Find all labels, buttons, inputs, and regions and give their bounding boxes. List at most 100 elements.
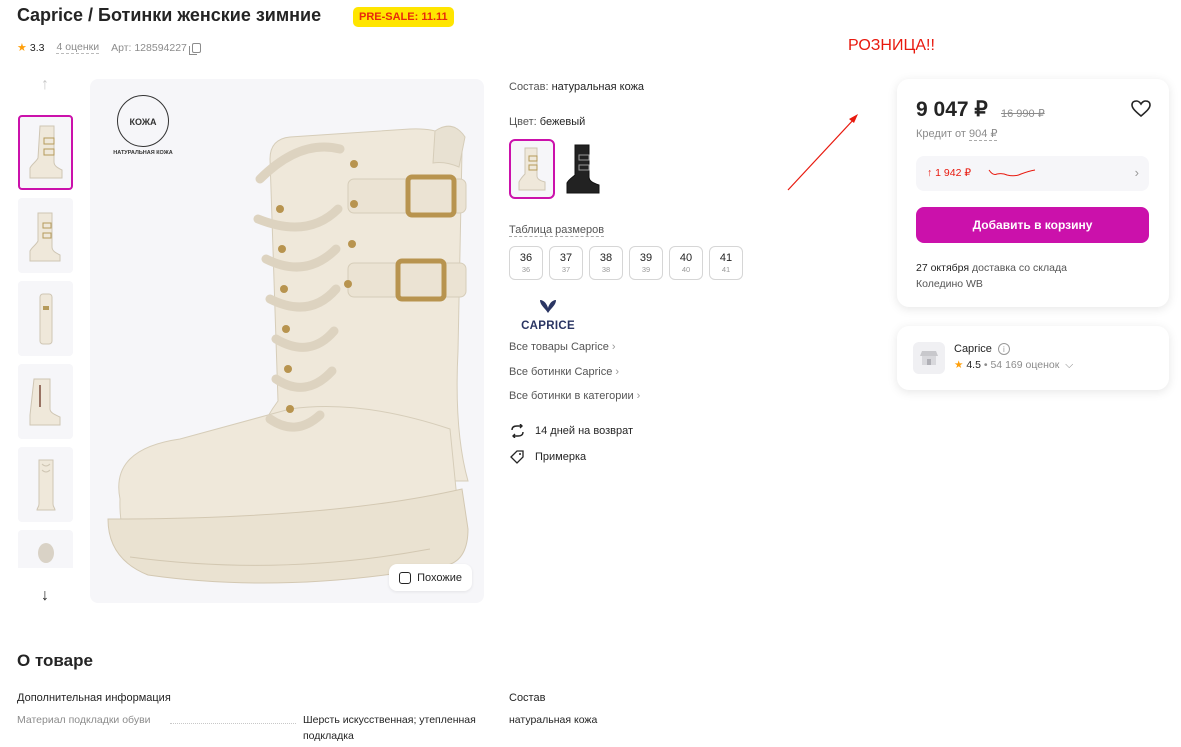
fitting-text: Примерка [535, 451, 587, 463]
star-icon: ★ [17, 42, 27, 54]
color-info: Цвет: бежевый [509, 116, 585, 128]
similar-button-label: Похожие [417, 571, 462, 584]
product-title: Caprice / Ботинки женские зимние [17, 5, 322, 25]
size-table-link-wrap: Таблица размеров [509, 220, 605, 238]
link-category-boots-label: Все ботинки в категории [509, 390, 634, 402]
tag-icon [509, 450, 525, 464]
black-boot-icon [566, 144, 600, 194]
link-caprice-boots-label: Все ботинки Caprice [509, 366, 613, 378]
current-price: 9 047 ₽ [916, 98, 988, 121]
size-button-37[interactable]: 37 37 [549, 246, 583, 280]
article-number: Арт: 128594227 [111, 41, 187, 54]
link-all-caprice-label: Все товары Caprice [509, 341, 609, 353]
lining-label: Материал подкладки обуви [17, 714, 151, 726]
thumbnail-3[interactable] [18, 281, 73, 356]
presale-badge: PRE-SALE: 11.11 [353, 7, 454, 27]
seller-name-row: Caprice i [954, 343, 1010, 355]
color-option-beige[interactable] [509, 139, 555, 199]
similar-search-icon [399, 571, 412, 584]
thumbnail-5[interactable] [18, 447, 73, 522]
price-trend-sparkline [988, 169, 1036, 177]
boot-thumbnail-icon [29, 212, 60, 261]
lining-value: Шерсть искусственная; утепленная подклад… [303, 714, 476, 742]
color-label: Цвет: [509, 116, 537, 128]
boot-illustration [107, 125, 469, 584]
seller-rating: 4.5 [966, 359, 981, 371]
size-button-40[interactable]: 40 40 [669, 246, 703, 280]
thumbnail-1[interactable] [18, 115, 73, 190]
return-feature: 14 дней на возврат [509, 424, 633, 438]
size-button-39[interactable]: 39 39 [629, 246, 663, 280]
return-arrows-icon [509, 424, 525, 438]
star-icon: ★ [954, 359, 964, 371]
add-to-cart-button[interactable]: Добавить в корзину [916, 207, 1149, 243]
thumbs-up-arrow-icon[interactable]: ↑ [36, 76, 54, 94]
size-ru-value: 36 [521, 265, 531, 274]
size-ru-value: 37 [561, 265, 571, 274]
store-icon [913, 342, 945, 374]
retail-annotation: РОЗНИЦА!! [848, 37, 935, 54]
boot-front-icon [35, 459, 56, 510]
info-icon[interactable]: i [997, 343, 1010, 355]
product-meta: ★ 3.3 4 оценки Арт: 128594227 [17, 41, 201, 55]
chevron-right-icon: › [1134, 165, 1139, 180]
size-value: 41 [719, 252, 733, 264]
chevron-right-icon: › [636, 390, 641, 402]
size-ru-value: 39 [641, 265, 651, 274]
similar-button[interactable]: Похожие [389, 564, 472, 591]
about-title: О товаре [17, 651, 93, 670]
additional-info-label: Дополнительная информация [17, 692, 171, 704]
boot-side-icon [39, 293, 52, 344]
delivery-date: 27 октября [916, 262, 970, 274]
size-ru-value: 41 [721, 265, 731, 274]
price-change: ↑ 1 942 ₽ [927, 167, 972, 179]
delivery-text: доставка со склада [972, 262, 1067, 274]
size-value: 39 [639, 252, 653, 264]
size-value: 37 [559, 252, 573, 264]
size-button-38[interactable]: 38 38 [589, 246, 623, 280]
size-button-41[interactable]: 41 41 [709, 246, 743, 280]
composition-value: натуральная кожа [551, 81, 645, 93]
size-ru-value: 40 [681, 265, 691, 274]
composition-label: Состав: [509, 81, 549, 93]
size-selector: 36 36 37 37 38 38 39 39 40 40 41 41 [509, 246, 743, 280]
seller-rating-row: ★ 4.5 • 54 169 оценок ⌵ [954, 359, 1073, 372]
chevron-right-icon: › [611, 341, 616, 353]
thumbnail-2[interactable] [18, 198, 73, 273]
composition-section-label: Состав [509, 692, 546, 704]
boot-thumbnail-icon [29, 378, 60, 425]
brand-logo[interactable]: CAPRICE [517, 297, 579, 332]
link-caprice-boots[interactable]: Все ботинки Caprice › [509, 366, 619, 378]
credit-info: Кредит от 904 ₽ [916, 127, 998, 141]
product-rating: 3.3 [29, 41, 45, 54]
color-value: бежевый [539, 116, 586, 128]
thumbs-down-arrow-icon[interactable]: ↓ [36, 587, 54, 605]
color-option-black[interactable] [560, 139, 606, 199]
link-all-caprice[interactable]: Все товары Caprice › [509, 341, 616, 353]
price-history-button[interactable]: ↑ 1 942 ₽ › [916, 156, 1149, 191]
row-divider [170, 723, 296, 724]
seller-reviews: • 54 169 оценок [983, 359, 1060, 371]
copy-icon[interactable] [188, 42, 201, 55]
chevron-down-icon[interactable]: ⌵ [1065, 359, 1073, 371]
brand-name: CAPRICE [521, 320, 575, 332]
beige-boot-icon [518, 147, 546, 191]
main-product-image[interactable]: КОЖА НАТУРАЛЬНАЯ КОЖА Похожие [90, 79, 484, 603]
credit-value[interactable]: 904 ₽ [969, 128, 998, 141]
size-button-36[interactable]: 36 36 [509, 246, 543, 280]
seller-card[interactable]: Caprice i ★ 4.5 • 54 169 оценок ⌵ [897, 326, 1169, 390]
butterfly-logo-icon [540, 300, 556, 313]
heart-icon[interactable] [1131, 100, 1151, 118]
fitting-feature: Примерка [509, 450, 586, 464]
chevron-right-icon: › [615, 366, 620, 378]
reviews-link[interactable]: 4 оценки [56, 41, 100, 54]
size-table-link[interactable]: Таблица размеров [509, 224, 605, 237]
delivery-info: 27 октября доставка со склада Коледино W… [916, 260, 1067, 292]
thumbnail-4[interactable] [18, 364, 73, 439]
link-category-boots[interactable]: Все ботинки в категории › [509, 390, 640, 402]
size-ru-value: 38 [601, 265, 611, 274]
size-value: 38 [599, 252, 613, 264]
boot-detail-icon [37, 543, 54, 563]
seller-name: Caprice [954, 343, 992, 355]
thumbnail-6[interactable] [18, 530, 73, 568]
